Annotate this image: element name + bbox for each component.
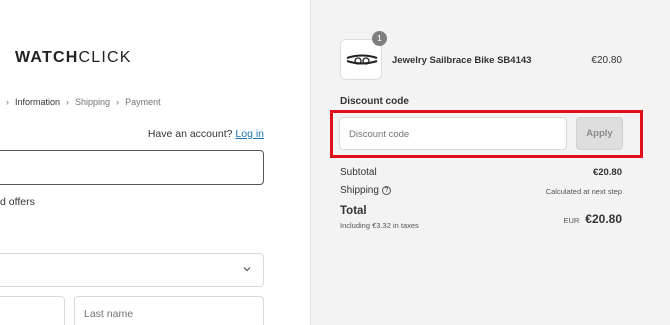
subtotal-label: Subtotal bbox=[340, 167, 377, 178]
taxes-note: Including €3.32 in taxes bbox=[340, 221, 419, 230]
bracelet-image bbox=[346, 54, 378, 65]
checkout-main: WATCHCLICK › Information › Shipping › Payment… bbox=[0, 0, 310, 325]
total-amount: EUR €20.80 bbox=[563, 210, 622, 228]
shipping-row: Shipping? bbox=[340, 185, 391, 196]
discount-code-input[interactable]: Discount code bbox=[339, 117, 567, 150]
currency-code: EUR bbox=[563, 216, 580, 225]
country-select[interactable] bbox=[0, 253, 264, 287]
login-link[interactable]: Log in bbox=[235, 128, 264, 140]
help-icon[interactable]: ? bbox=[381, 186, 391, 195]
logo-bold: WATCH bbox=[15, 49, 79, 66]
apply-discount-button[interactable]: Apply bbox=[576, 117, 623, 150]
total-value: €20.80 bbox=[585, 212, 622, 226]
first-name-field[interactable] bbox=[0, 296, 65, 325]
order-summary: 1 Jewelry Sailbrace Bike SB4143 €20.80 D… bbox=[310, 0, 670, 325]
breadcrumb: › Information › Shipping › Payment bbox=[0, 97, 161, 107]
chevron-down-icon bbox=[243, 267, 251, 272]
offers-checkbox-label[interactable]: d offers bbox=[0, 196, 35, 208]
total-label: Total bbox=[340, 205, 367, 217]
chevron-right-icon: › bbox=[66, 97, 70, 107]
breadcrumb-information: Information bbox=[15, 97, 61, 107]
last-name-field[interactable]: Last name bbox=[74, 296, 264, 325]
chevron-right-icon: › bbox=[116, 97, 120, 107]
breadcrumb-payment[interactable]: Payment bbox=[125, 97, 161, 107]
email-field[interactable] bbox=[0, 150, 264, 185]
discount-label: Discount code bbox=[340, 96, 409, 107]
product-name: Jewelry Sailbrace Bike SB4143 bbox=[392, 55, 532, 66]
product-price: €20.80 bbox=[591, 55, 622, 66]
shipping-value: Calculated at next step bbox=[545, 187, 622, 196]
subtotal-value: €20.80 bbox=[592, 167, 622, 178]
chevron-right-icon: › bbox=[6, 97, 9, 107]
shipping-label: Shipping bbox=[340, 185, 379, 196]
store-logo[interactable]: WATCHCLICK bbox=[15, 49, 132, 67]
quantity-badge: 1 bbox=[372, 31, 387, 46]
account-prompt: Have an account? Log in bbox=[148, 128, 264, 140]
breadcrumb-shipping[interactable]: Shipping bbox=[75, 97, 110, 107]
logo-light: CLICK bbox=[78, 49, 132, 66]
account-prompt-text: Have an account? bbox=[147, 128, 233, 140]
